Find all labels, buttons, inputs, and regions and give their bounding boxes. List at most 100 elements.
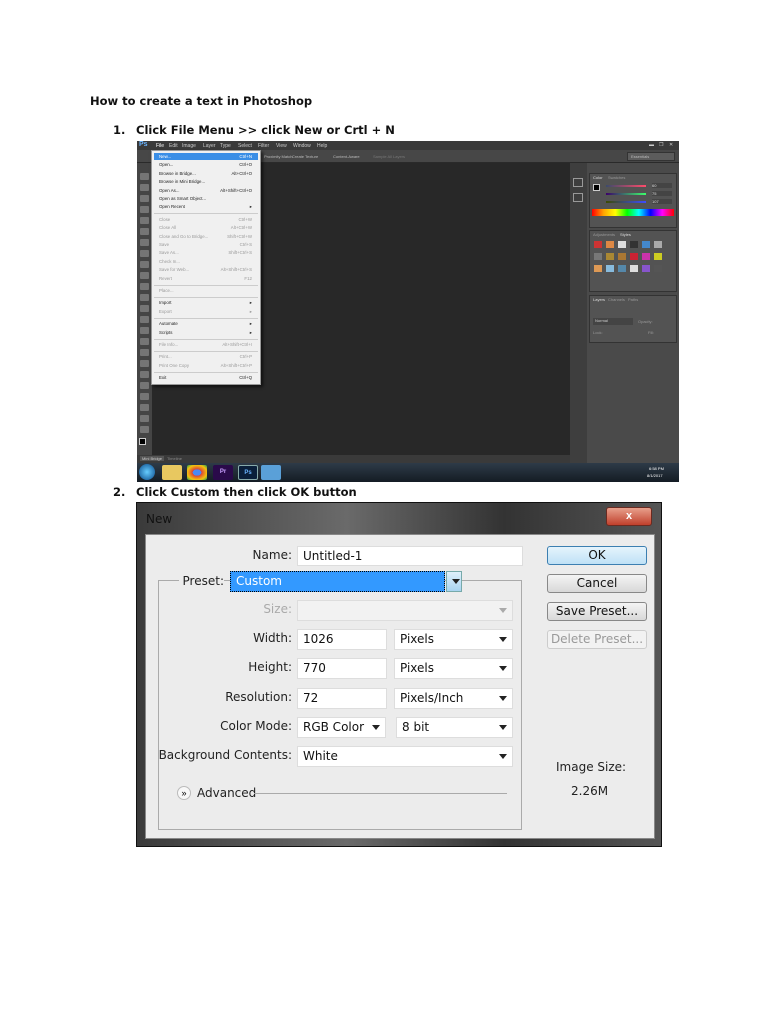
resolution-input[interactable]: 72	[297, 688, 387, 709]
option-create-texture[interactable]: Create Texture	[292, 154, 318, 159]
file-menu-item[interactable]: Exit Ctrl+Q	[154, 374, 258, 381]
tool-icon[interactable]	[140, 283, 149, 290]
tool-icon[interactable]	[140, 239, 149, 246]
tab-color[interactable]: Color	[593, 175, 603, 180]
file-menu-item[interactable]: Save Ctrl+S	[154, 241, 258, 248]
style-swatch[interactable]	[606, 241, 614, 248]
tool-icon[interactable]	[140, 382, 149, 389]
bit-depth-select[interactable]: 8 bit	[396, 717, 513, 738]
restore-icon[interactable]: ❐	[659, 142, 663, 148]
save-preset-button[interactable]: Save Preset...	[547, 602, 647, 621]
file-menu-item[interactable]: Import ▸	[154, 299, 258, 306]
tool-icon[interactable]	[140, 184, 149, 191]
tool-icon[interactable]	[140, 404, 149, 411]
start-button[interactable]	[139, 464, 155, 480]
menu-select[interactable]: Select	[238, 143, 252, 149]
tool-icon[interactable]	[140, 360, 149, 367]
style-swatch[interactable]	[618, 253, 626, 260]
tab-swatches[interactable]: Swatches	[608, 175, 625, 180]
menu-type[interactable]: Type	[220, 143, 231, 149]
red-value[interactable]: 60	[652, 183, 672, 188]
style-swatch[interactable]	[618, 265, 626, 272]
blue-slider[interactable]	[606, 201, 646, 203]
workspace-select[interactable]: Essentials	[627, 152, 675, 161]
tool-icon[interactable]	[140, 316, 149, 323]
file-menu-item[interactable]: Save As... Shift+Ctrl+S	[154, 249, 258, 256]
tool-icon[interactable]	[140, 327, 149, 334]
style-swatch[interactable]	[594, 241, 602, 248]
file-menu-item[interactable]: Open as Smart Object...	[154, 195, 258, 202]
file-menu-item[interactable]: Scripts ▸	[154, 329, 258, 336]
style-swatch[interactable]	[594, 253, 602, 260]
style-swatch[interactable]	[642, 253, 650, 260]
tool-icon[interactable]	[140, 393, 149, 400]
menu-layer[interactable]: Layer	[203, 143, 216, 149]
style-swatch[interactable]	[630, 253, 638, 260]
preset-select[interactable]: Custom	[230, 571, 445, 592]
file-menu-item[interactable]: Print One Copy Alt+Shift+Ctrl+P	[154, 362, 258, 369]
preset-dropdown-button[interactable]	[446, 571, 462, 592]
properties-icon[interactable]	[573, 193, 583, 202]
resolution-unit-select[interactable]: Pixels/Inch	[394, 688, 513, 709]
green-value[interactable]: 75	[652, 191, 672, 196]
style-swatch[interactable]	[606, 265, 614, 272]
tool-icon[interactable]	[140, 294, 149, 301]
file-menu-item[interactable]: New... Ctrl+N	[154, 153, 258, 160]
tool-icon[interactable]	[140, 206, 149, 213]
premiere-taskbar-icon[interactable]: Pr	[213, 465, 233, 480]
foreground-swatch[interactable]	[139, 438, 146, 445]
tool-icon[interactable]	[140, 250, 149, 257]
file-menu-item[interactable]: Open Recent ▸	[154, 203, 258, 210]
file-menu-item[interactable]: Place...	[154, 287, 258, 294]
minimize-icon[interactable]: ▬	[649, 142, 654, 148]
history-icon[interactable]	[573, 178, 583, 187]
ok-button[interactable]: OK	[547, 546, 647, 565]
file-menu-item[interactable]: Open... Ctrl+O	[154, 161, 258, 168]
tool-icon[interactable]	[140, 305, 149, 312]
style-swatch[interactable]	[606, 253, 614, 260]
file-menu-item[interactable]: Browse in Bridge... Alt+Ctrl+O	[154, 170, 258, 177]
file-menu-item[interactable]: Browse in Mini Bridge...	[154, 178, 258, 185]
cancel-button[interactable]: Cancel	[547, 574, 647, 593]
file-menu-item[interactable]: Open As... Alt+Shift+Ctrl+O	[154, 187, 258, 194]
file-menu-item[interactable]: Print... Ctrl+P	[154, 353, 258, 360]
blend-mode-select[interactable]: Normal	[593, 318, 633, 325]
tool-icon[interactable]	[140, 173, 149, 180]
file-menu-item[interactable]: Save for Web... Alt+Shift+Ctrl+S	[154, 266, 258, 273]
tab-paths[interactable]: Paths	[628, 297, 638, 302]
file-menu-item[interactable]: Close Ctrl+W	[154, 216, 258, 223]
tab-styles[interactable]: Styles	[620, 232, 631, 237]
tool-icon[interactable]	[140, 272, 149, 279]
file-menu-item[interactable]: File Info... Alt+Shift+Ctrl+I	[154, 341, 258, 348]
advanced-expand-icon[interactable]: »	[177, 786, 191, 800]
name-input[interactable]: Untitled-1	[297, 546, 523, 566]
file-menu-item[interactable]: Automate ▸	[154, 320, 258, 327]
tool-icon[interactable]	[140, 415, 149, 422]
style-swatch[interactable]	[630, 241, 638, 248]
tool-icon[interactable]	[140, 228, 149, 235]
menu-edit[interactable]: Edit	[169, 143, 178, 149]
style-swatch[interactable]	[630, 265, 638, 272]
explorer-taskbar-icon[interactable]	[162, 465, 182, 480]
menu-image[interactable]: Image	[182, 143, 196, 149]
option-sample-all-layers[interactable]: Sample All Layers	[373, 154, 405, 159]
style-swatch[interactable]	[654, 241, 662, 248]
tool-icon[interactable]	[140, 426, 149, 433]
style-swatch[interactable]	[642, 265, 650, 272]
blue-value[interactable]: 107	[652, 199, 672, 204]
height-unit-select[interactable]: Pixels	[394, 658, 513, 679]
menu-help[interactable]: Help	[317, 143, 327, 149]
tool-icon[interactable]	[140, 195, 149, 202]
option-proximity[interactable]: Proximity Match	[264, 154, 292, 159]
style-swatch[interactable]	[642, 241, 650, 248]
app-taskbar-icon[interactable]	[261, 465, 281, 480]
tool-icon[interactable]	[140, 217, 149, 224]
tab-channels[interactable]: Channels	[608, 297, 625, 302]
file-menu-item[interactable]: Close All Alt+Ctrl+W	[154, 224, 258, 231]
dialog-close-button[interactable]: x	[606, 507, 652, 526]
tool-icon[interactable]	[140, 349, 149, 356]
menu-window[interactable]: Window	[293, 143, 311, 149]
delete-preset-button[interactable]: Delete Preset...	[547, 630, 647, 649]
tab-mini-bridge[interactable]: Mini Bridge	[140, 456, 165, 461]
menu-view[interactable]: View	[276, 143, 287, 149]
